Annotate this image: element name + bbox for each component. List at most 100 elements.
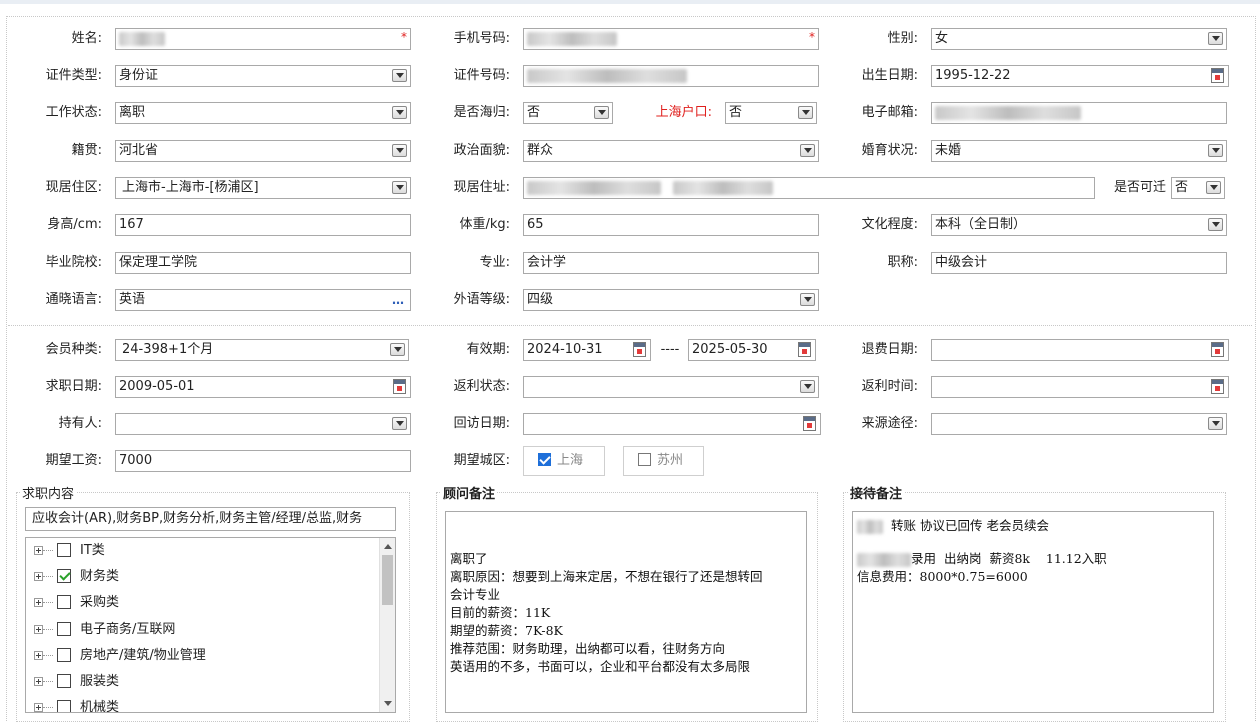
residence-value: 上海市-上海市-[杨浦区]: [122, 180, 259, 195]
advisor-notes-textarea[interactable]: 离职了 离职原因：想要到上海来定居，不想在银行了还是想转回 会计专业 目前的薪资…: [445, 511, 807, 713]
address-input[interactable]: [523, 177, 1095, 199]
tree-item-label: 电子商务/互联网: [80, 622, 176, 637]
expand-plus-icon[interactable]: [34, 625, 43, 634]
name-input[interactable]: *: [115, 28, 411, 50]
weight-input[interactable]: 65: [523, 214, 819, 236]
major-input[interactable]: 会计学: [523, 252, 819, 274]
checkbox-unchecked-icon[interactable]: [57, 543, 71, 557]
tree-item[interactable]: 电子商务/互联网: [26, 617, 381, 643]
checkbox-unchecked-icon[interactable]: [57, 674, 71, 688]
expand-plus-icon[interactable]: [34, 546, 43, 555]
email-input[interactable]: [931, 102, 1227, 124]
phone-input[interactable]: *: [523, 28, 819, 50]
chevron-down-icon[interactable]: [1208, 144, 1223, 157]
idno-input[interactable]: [523, 65, 819, 87]
chevron-down-icon[interactable]: [800, 380, 815, 393]
chevron-down-icon[interactable]: [798, 106, 813, 119]
chevron-down-icon[interactable]: [800, 144, 815, 157]
tree-item[interactable]: 机械类: [26, 695, 381, 712]
tree-item[interactable]: 服装类: [26, 669, 381, 695]
job-summary-input[interactable]: 应收会计(AR),财务BP,财务分析,财务主管/经理/总监,财务: [25, 507, 396, 531]
chevron-down-icon[interactable]: [594, 106, 609, 119]
job-category-tree[interactable]: IT类 财务类 采购类 电子商务/互联网 房地产/建筑/物业管理 服装类 机械类: [25, 537, 396, 713]
expand-plus-icon[interactable]: [34, 651, 43, 660]
valid-label: 有效期:: [466, 342, 510, 357]
masked-company: [857, 552, 911, 567]
language-input[interactable]: 英语…: [115, 289, 411, 311]
scroll-up-arrow-icon[interactable]: [384, 544, 392, 549]
rebate-status-select[interactable]: [523, 376, 819, 398]
checkbox-unchecked-icon[interactable]: [57, 595, 71, 609]
political-select[interactable]: 群众: [523, 140, 819, 162]
school-input[interactable]: 保定理工学院: [115, 252, 411, 274]
jobdate-value: 2009-05-01: [119, 379, 195, 394]
idtype-select[interactable]: 身份证: [115, 65, 411, 87]
chevron-down-icon[interactable]: [392, 181, 407, 194]
chevron-down-icon[interactable]: [392, 417, 407, 430]
checkbox-checked-icon[interactable]: [57, 569, 71, 583]
valid-separator: ----: [660, 342, 680, 357]
birth-date-input[interactable]: 1995-12-22: [931, 65, 1229, 87]
gender-select[interactable]: 女: [931, 28, 1227, 50]
calendar-icon[interactable]: [798, 342, 811, 357]
calendar-icon[interactable]: [1211, 342, 1224, 357]
expand-plus-icon[interactable]: [34, 572, 43, 581]
checkbox-unchecked-icon[interactable]: [57, 648, 71, 662]
chevron-down-icon[interactable]: [392, 106, 407, 119]
scroll-thumb[interactable]: [382, 555, 393, 605]
masked-name: [857, 519, 883, 534]
calendar-icon[interactable]: [803, 416, 816, 431]
expand-plus-icon[interactable]: [34, 598, 43, 607]
chevron-down-icon[interactable]: [390, 343, 405, 356]
checkbox-checked-icon[interactable]: [538, 453, 551, 466]
refund-date-input[interactable]: [931, 339, 1229, 361]
tree-item[interactable]: 房地产/建筑/物业管理: [26, 643, 381, 669]
chevron-down-icon[interactable]: [1208, 218, 1223, 231]
city-option-shanghai[interactable]: 上海: [523, 446, 605, 476]
education-select[interactable]: 本科（全日制）: [931, 214, 1227, 236]
checkbox-unchecked-icon[interactable]: [57, 700, 71, 712]
returnee-select[interactable]: 否: [523, 102, 613, 124]
foreignlevel-select[interactable]: 四级: [523, 289, 819, 311]
tree-item[interactable]: IT类: [26, 538, 381, 564]
holder-select[interactable]: [115, 413, 411, 435]
relocate-select[interactable]: 否: [1171, 177, 1225, 199]
source-label: 来源途径:: [861, 416, 918, 431]
valid-from-input[interactable]: 2024-10-31: [523, 339, 651, 361]
reception-notes-textarea[interactable]: 转账 协议已回传 老会员续会 录用 出纳岗 薪资8k 11.12入职 信息费用：…: [852, 511, 1214, 713]
residence-select[interactable]: 上海市-上海市-[杨浦区]: [115, 177, 411, 199]
calendar-icon[interactable]: [1211, 68, 1224, 83]
more-icon[interactable]: …: [392, 290, 405, 310]
calendar-icon[interactable]: [633, 342, 646, 357]
tree-item[interactable]: 财务类: [26, 564, 381, 590]
rebate-time-input[interactable]: [931, 376, 1229, 398]
expand-plus-icon[interactable]: [34, 703, 43, 712]
chevron-down-icon[interactable]: [392, 69, 407, 82]
checkbox-unchecked-icon[interactable]: [638, 453, 651, 466]
scroll-down-arrow-icon[interactable]: [384, 701, 392, 706]
tree-scrollbar[interactable]: [379, 538, 395, 712]
chevron-down-icon[interactable]: [1208, 417, 1223, 430]
salary-input[interactable]: 7000: [115, 450, 411, 472]
member-type-select[interactable]: 24-398+1个月: [115, 339, 409, 361]
chevron-down-icon[interactable]: [800, 293, 815, 306]
title-input[interactable]: 中级会计: [931, 252, 1227, 274]
workstatus-select[interactable]: 离职: [115, 102, 411, 124]
revisit-date-input[interactable]: [523, 413, 821, 435]
source-select[interactable]: [931, 413, 1227, 435]
expand-plus-icon[interactable]: [34, 677, 43, 686]
calendar-icon[interactable]: [393, 379, 406, 394]
checkbox-unchecked-icon[interactable]: [57, 622, 71, 636]
calendar-icon[interactable]: [1211, 379, 1224, 394]
shhukou-select[interactable]: 否: [725, 102, 817, 124]
jobdate-input[interactable]: 2009-05-01: [115, 376, 411, 398]
chevron-down-icon[interactable]: [392, 144, 407, 157]
marital-select[interactable]: 未婚: [931, 140, 1227, 162]
native-select[interactable]: 河北省: [115, 140, 411, 162]
chevron-down-icon[interactable]: [1206, 181, 1221, 194]
city-option-suzhou[interactable]: 苏州: [623, 446, 704, 476]
valid-to-input[interactable]: 2025-05-30: [688, 339, 816, 361]
chevron-down-icon[interactable]: [1208, 32, 1223, 45]
tree-item[interactable]: 采购类: [26, 590, 381, 616]
height-input[interactable]: 167: [115, 214, 411, 236]
